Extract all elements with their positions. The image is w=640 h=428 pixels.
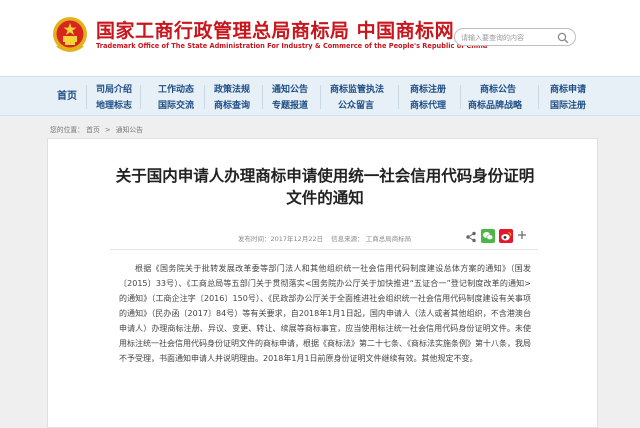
nav-column-8: 商标申请 国际注册 (546, 82, 596, 112)
breadcrumb-current[interactable]: 通知公告 (116, 124, 143, 134)
nav-item-public-messages[interactable]: 公众留言 (338, 98, 374, 111)
nav-divider (86, 85, 87, 109)
nav-column-6: 商标注册 商标代理 (404, 82, 454, 112)
nav-divider (460, 85, 461, 109)
nav-divider (140, 85, 141, 109)
nav-column-4: 通知公告 专题报道 (268, 82, 314, 112)
source-label: 信息来源： (331, 235, 364, 243)
site-subtitle: Trademark Office of The State Administra… (96, 42, 488, 50)
article-panel: 关于国内申请人办理商标申请使用统一社会信用代码身份证明文件的通知 发布时间：20… (47, 138, 598, 428)
nav-divider (398, 85, 399, 109)
nav-item-registration[interactable]: 商标注册 (410, 82, 446, 95)
nav-item-agency[interactable]: 商标代理 (410, 98, 446, 111)
nav-item-announcements[interactable]: 商标公告 (480, 82, 516, 95)
share-icon[interactable] (465, 228, 477, 247)
breadcrumb-separator: > (104, 126, 111, 134)
nav-item-international-exchange[interactable]: 国际交流 (158, 98, 194, 111)
nav-item-international-registration[interactable]: 国际注册 (550, 98, 586, 111)
nav-item-notices[interactable]: 通知公告 (272, 82, 308, 95)
nav-item-bureau-intro[interactable]: 司局介绍 (96, 82, 132, 95)
breadcrumb-home[interactable]: 首页 (86, 124, 100, 134)
nav-column-5: 商标监管执法 公众留言 (328, 82, 388, 112)
search-icon[interactable] (557, 32, 569, 44)
article-meta: 发布时间：2017年12月22日 信息来源： 工商总局商标局 (238, 233, 411, 243)
nav-divider (538, 85, 539, 109)
nav-divider (262, 85, 263, 109)
search-input[interactable] (461, 30, 557, 45)
breadcrumb: 您的位置： 首页 > 通知公告 (50, 124, 143, 134)
nav-item-special-reports[interactable]: 专题报道 (272, 98, 308, 111)
site-title: 国家工商行政管理总局商标局 中国商标网 (96, 20, 455, 42)
title-divider (110, 249, 538, 250)
nav-item-trademark-search[interactable]: 商标查询 (214, 98, 250, 111)
nav-item-geographic-indications[interactable]: 地理标志 (96, 98, 132, 111)
search-box[interactable] (454, 28, 576, 46)
more-share-icon[interactable] (517, 227, 527, 246)
article-body: 根据《国务院关于批转发展改革委等部门法人和其他组织统一社会信用代码制度建设总体方… (119, 264, 531, 363)
main-nav: 首页 司局介绍 地理标志 工作动态 国际交流 政策法规 商标查询 通知公告 专题… (0, 76, 640, 116)
weibo-share-icon[interactable] (499, 228, 513, 247)
nav-item-brand-strategy[interactable]: 商标品牌战略 (468, 98, 522, 111)
source-name: 工商总局商标局 (365, 235, 412, 243)
nav-item-policies[interactable]: 政策法规 (214, 82, 250, 95)
nav-item-supervision-enforcement[interactable]: 商标监管执法 (330, 82, 384, 95)
nav-column-7: 商标公告 商标品牌战略 (466, 82, 530, 112)
nav-column-2: 工作动态 国际交流 (150, 82, 196, 112)
site-header: 国家工商行政管理总局商标局 中国商标网 Trademark Office of … (0, 0, 640, 76)
nav-divider (204, 85, 205, 109)
nav-item-work-news[interactable]: 工作动态 (158, 82, 194, 95)
publish-date: 发布时间：2017年12月22日 (238, 235, 324, 243)
nav-home[interactable]: 首页 (50, 77, 84, 117)
article-title: 关于国内申请人办理商标申请使用统一社会信用代码身份证明文件的通知 (115, 167, 535, 207)
breadcrumb-prefix: 您的位置： (50, 126, 84, 134)
nav-column-1: 司局介绍 地理标志 (96, 82, 136, 112)
nav-divider (320, 85, 321, 109)
wechat-share-icon[interactable] (481, 228, 495, 247)
national-emblem-icon (53, 17, 87, 52)
nav-column-3: 政策法规 商标查询 (210, 82, 256, 112)
nav-item-application[interactable]: 商标申请 (550, 82, 586, 95)
